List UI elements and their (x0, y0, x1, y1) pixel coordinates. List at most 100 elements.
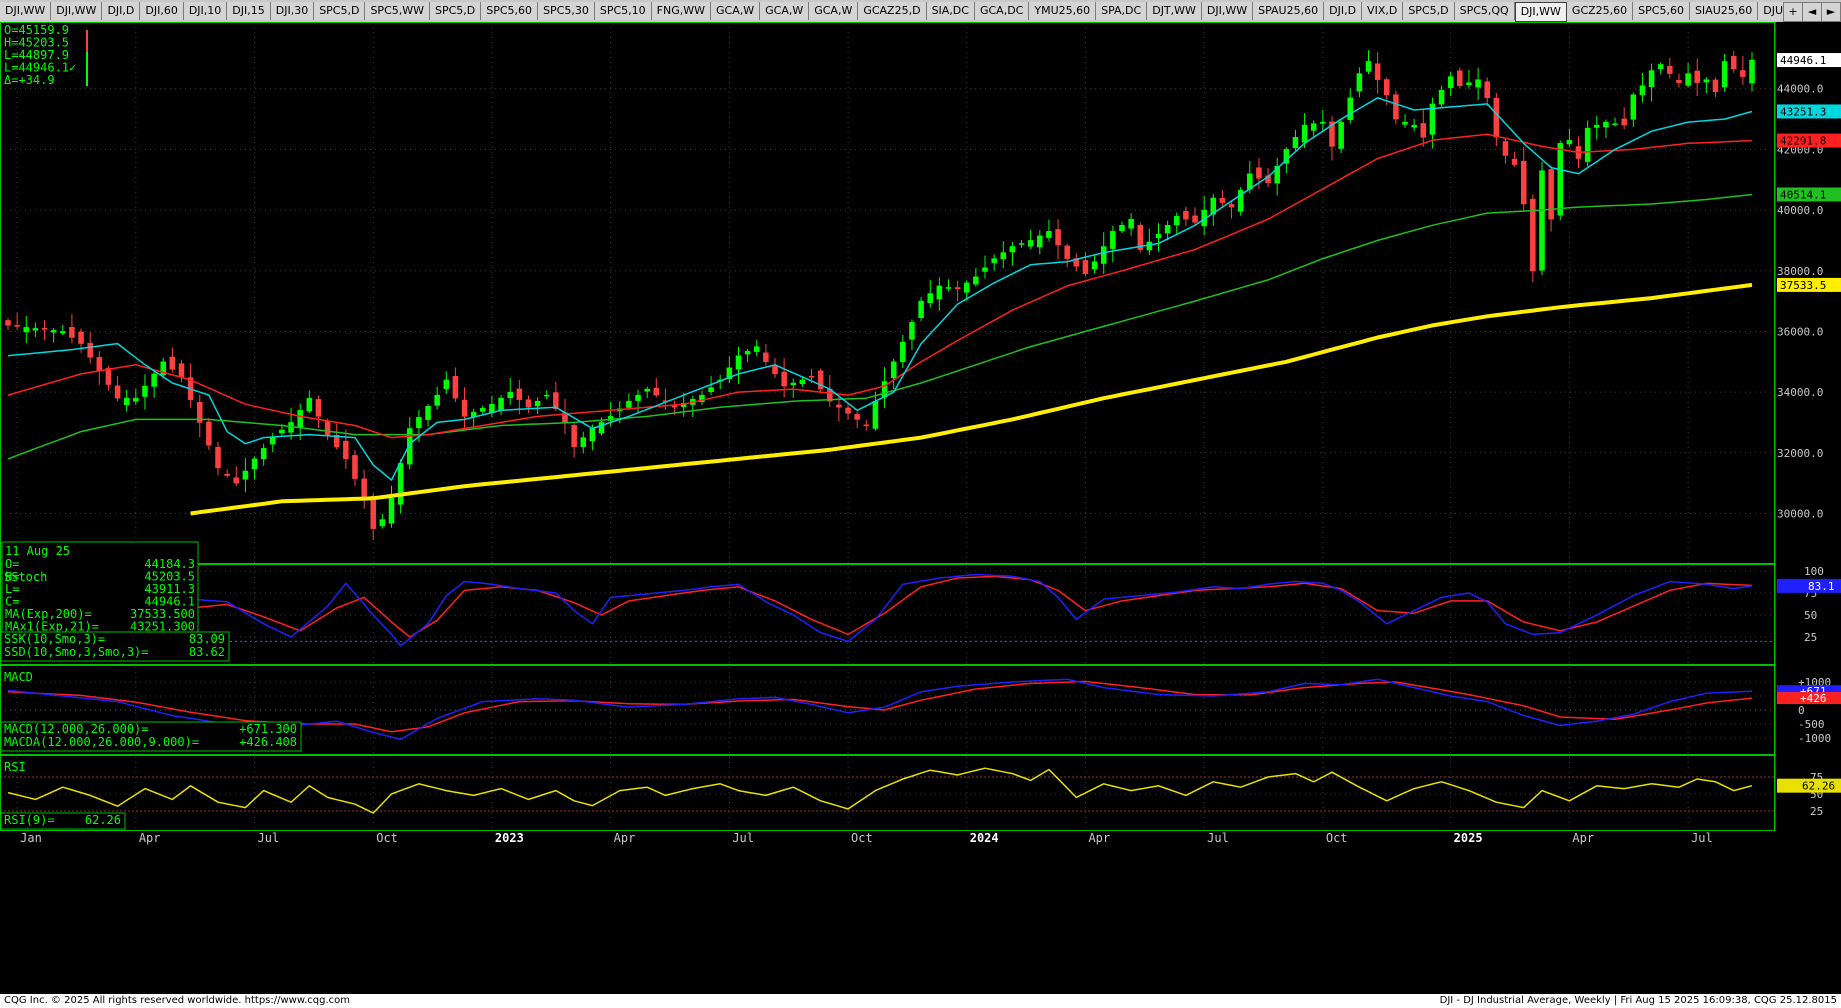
candle-body (1037, 235, 1043, 248)
scroll-tabs-right-button[interactable]: ► (1821, 2, 1841, 22)
candle-body (425, 406, 431, 420)
candle-body (1292, 137, 1299, 149)
stoch-tick-label: 50 (1804, 609, 1817, 622)
candle-body (41, 327, 48, 330)
candle-body (1603, 121, 1609, 128)
chart-tab[interactable]: SPC5,10 (594, 2, 652, 20)
add-tab-button[interactable]: + (1783, 2, 1803, 22)
chart-area[interactable]: 44000.042000.040000.038000.036000.034000… (0, 22, 1841, 994)
price-tag-label: 44946.1 (1780, 54, 1826, 67)
candle-body (1511, 158, 1518, 165)
chart-tab[interactable]: SPC5,D (1403, 2, 1455, 20)
candle-body (708, 387, 714, 393)
chart-tab[interactable]: SIAU25,60 (1689, 2, 1759, 20)
chart-tab[interactable]: DJI,15 (227, 2, 271, 20)
macd-tick-label: -1000 (1798, 732, 1831, 745)
candle-body (799, 379, 806, 385)
chart-tab[interactable]: DJI,WW (1514, 2, 1567, 22)
chart-tab[interactable]: FNG,WW (651, 2, 711, 20)
scroll-tabs-left-button[interactable]: ◄ (1802, 2, 1822, 22)
chart-tab[interactable]: DJI,10 (183, 2, 228, 20)
candle-body (1192, 215, 1198, 223)
chart-tab[interactable]: SIA,DC (926, 2, 975, 20)
chart-tab[interactable]: GCA,DC (974, 2, 1030, 20)
candle-body (918, 300, 924, 319)
chart-tab[interactable]: DJI,WW (51, 2, 103, 20)
candle-body (790, 382, 797, 386)
panel-readout-value: 83.09 (189, 632, 225, 646)
price-tag-label: 42291.8 (1780, 135, 1826, 148)
time-axis-label: Oct (1326, 831, 1348, 845)
candle-body (1027, 240, 1034, 247)
candle-body (836, 404, 842, 408)
chart-tab[interactable]: SPAU25,60 (1253, 2, 1325, 20)
candle-body (1612, 123, 1618, 125)
candle-body (461, 399, 468, 417)
chart-tab[interactable]: DJI,WW (0, 2, 52, 20)
candle-body (14, 324, 20, 327)
chart-tab[interactable]: SPC5,D (314, 2, 366, 20)
chart-tab[interactable]: DJI,60 (140, 2, 184, 20)
candle-body (589, 428, 596, 442)
chart-tab[interactable]: GCA,W (809, 2, 859, 20)
candle-body (936, 285, 943, 300)
candle-body (279, 429, 285, 434)
candle-body (1621, 118, 1627, 126)
candle-body (260, 447, 267, 460)
chart-tab[interactable]: SPC5,WW (365, 2, 430, 20)
chart-tab[interactable]: SPC5,60 (1633, 2, 1690, 20)
candle-body (1740, 70, 1746, 77)
candle-body (1685, 73, 1691, 86)
chart-tab[interactable]: SPC5,30 (538, 2, 595, 20)
candle-body (753, 346, 760, 352)
chart-tab[interactable]: VIX,D (1362, 2, 1404, 20)
candle-body (1100, 246, 1107, 264)
candle-body (1438, 90, 1445, 105)
candle-body (1402, 121, 1408, 125)
chart-tab[interactable]: DJI,D (1324, 2, 1363, 20)
candle-body (1694, 70, 1700, 83)
status-footer: CQG Inc. © 2025 All rights reserved worl… (0, 994, 1841, 1008)
chart-tab[interactable]: DJT,WW (1147, 2, 1202, 20)
candle-body (1000, 252, 1007, 260)
panel-title: SStoch (4, 570, 47, 584)
chart-tab[interactable]: SPA,DC (1096, 2, 1148, 20)
chart-tab[interactable]: SPC5,D (430, 2, 482, 20)
chart-tab[interactable]: DJI,30 (270, 2, 315, 20)
candle-body (1475, 79, 1481, 88)
chart-tab[interactable]: DJI,D (102, 2, 141, 20)
chart-tab[interactable]: GCA,W (711, 2, 761, 20)
candle-body (1539, 170, 1545, 271)
candle-body (781, 371, 787, 387)
candle-body (963, 282, 970, 293)
chart-tab[interactable]: GCZ25,60 (1566, 2, 1634, 20)
panel-readout-value: +671.300 (239, 722, 297, 736)
chart-tab[interactable]: SPC5,QQ (1454, 2, 1515, 20)
candle-body (151, 373, 157, 387)
candle-body (169, 356, 176, 370)
chart-tab[interactable]: YMU25,60 (1029, 2, 1097, 20)
chart-tab[interactable]: GCA,W (760, 2, 810, 20)
candle-body (991, 258, 997, 264)
chart-info-text: DJI - DJ Industrial Average, Weekly | Fr… (1439, 995, 1837, 1006)
price-tick-label: 40000.0 (1777, 204, 1823, 217)
time-axis-label: 2024 (970, 831, 999, 845)
candle-body (498, 397, 504, 411)
candle-body (1749, 59, 1755, 84)
chart-tab[interactable]: DJI,WW (1201, 2, 1254, 20)
candle-body (215, 446, 221, 469)
chart-tab[interactable]: GCAZ25,D (858, 2, 927, 20)
time-axis-label: Jan (20, 831, 42, 845)
candle-body (909, 322, 915, 340)
candle-body (1082, 260, 1089, 275)
candle-body (114, 385, 121, 399)
chart-tab[interactable]: SPC5,60 (481, 2, 539, 20)
candle-body (370, 495, 376, 529)
candle-body (388, 498, 395, 524)
candle-body (927, 293, 933, 303)
candle-body (123, 397, 130, 405)
candle-body (69, 326, 75, 338)
price-tag-label: 37533.5 (1780, 279, 1826, 292)
price-tag-label: 43251.3 (1780, 105, 1826, 118)
candle-body (580, 437, 587, 447)
